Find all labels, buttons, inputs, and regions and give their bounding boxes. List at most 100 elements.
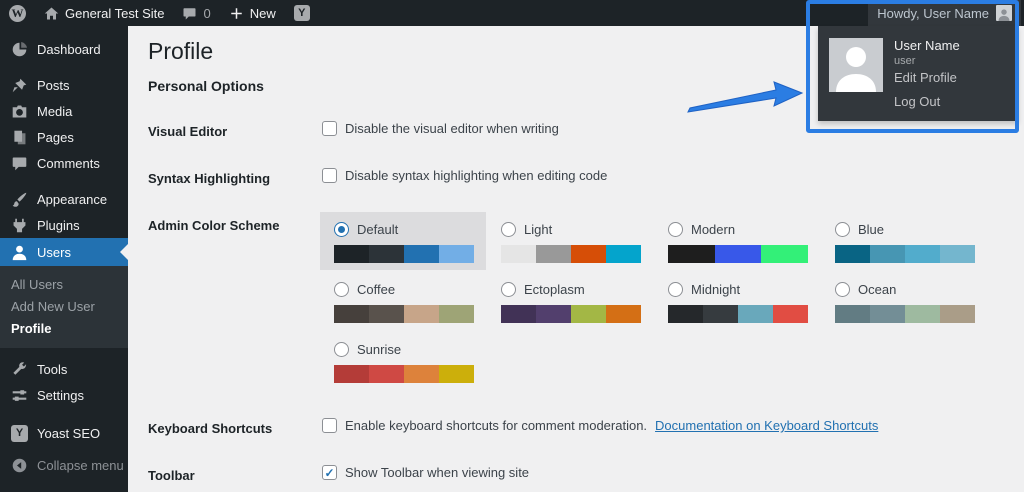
color-swatch (439, 245, 474, 263)
submenu-add-new-user[interactable]: Add New User (0, 295, 128, 317)
sidebar-item-tools[interactable]: Tools (0, 356, 128, 382)
radio-coffee[interactable] (334, 282, 349, 297)
color-scheme-option-midnight[interactable]: Midnight (654, 272, 820, 323)
media-icon (12, 105, 27, 117)
sidebar-item-pages[interactable]: Pages (0, 124, 128, 150)
syntax-highlighting-checkbox[interactable] (322, 168, 337, 183)
yoast-topbar-button[interactable]: Y (285, 0, 319, 26)
scheme-name-label: Modern (691, 222, 736, 237)
color-swatch (404, 245, 439, 263)
howdy-account-button[interactable]: Howdy, User Name (868, 0, 1021, 26)
edit-profile-link[interactable]: Edit Profile (894, 70, 957, 85)
color-swatch (835, 245, 870, 263)
radio-ocean[interactable] (835, 282, 850, 297)
toolbar-checkbox[interactable] (322, 465, 337, 480)
sidebar-item-posts[interactable]: Posts (0, 72, 128, 98)
plugin-icon (13, 218, 26, 232)
home-icon (44, 7, 59, 19)
sidebar-item-plugins[interactable]: Plugins (0, 212, 128, 238)
collapse-menu-button[interactable]: Collapse menu (0, 452, 128, 478)
color-scheme-option-modern[interactable]: Modern (654, 212, 820, 263)
sidebar-label: Tools (37, 361, 68, 377)
color-swatch (501, 305, 536, 323)
color-scheme-option-ectoplasm[interactable]: Ectoplasm (487, 272, 653, 323)
sidebar-item-users[interactable]: Users (0, 238, 128, 266)
comments-icon (12, 157, 27, 170)
radio-sunrise[interactable] (334, 342, 349, 357)
sidebar-item-settings[interactable]: Settings (0, 382, 128, 408)
sidebar-item-comments[interactable]: Comments (0, 150, 128, 176)
color-scheme-option-default[interactable]: Default (320, 212, 486, 270)
syntax-highlighting-field: Disable syntax highlighting when editing… (322, 168, 607, 183)
sidebar-label: Users (37, 244, 71, 260)
wordpress-logo-icon: W (9, 4, 26, 22)
sidebar-label: Appearance (37, 191, 108, 207)
dashboard-icon (12, 41, 27, 56)
radio-blue[interactable] (835, 222, 850, 237)
visual-editor-checkbox[interactable] (322, 121, 337, 136)
color-scheme-option-ocean[interactable]: Ocean (821, 272, 987, 323)
radio-modern[interactable] (668, 222, 683, 237)
color-swatch (404, 365, 439, 383)
visual-editor-option-text: Disable the visual editor when writing (345, 121, 559, 136)
scheme-swatches (835, 245, 975, 263)
keyboard-shortcuts-label: Keyboard Shortcuts (148, 421, 273, 436)
plus-icon (230, 7, 242, 19)
wordpress-menu-button[interactable]: W (0, 0, 35, 26)
color-swatch (536, 305, 571, 323)
new-label: New (249, 5, 276, 21)
scheme-swatches (835, 305, 975, 323)
color-swatch (334, 365, 369, 383)
avatar-small (996, 5, 1012, 21)
sidebar-label: Plugins (37, 217, 80, 233)
user-login-name: user (894, 55, 916, 67)
color-scheme-option-blue[interactable]: Blue (821, 212, 987, 263)
comment-bubble-icon (183, 7, 196, 19)
color-swatch (571, 305, 606, 323)
sidebar-label: Comments (37, 155, 100, 171)
howdy-label: Howdy, User Name (877, 5, 989, 21)
color-scheme-option-sunrise[interactable]: Sunrise (320, 332, 486, 383)
color-swatch (536, 245, 571, 263)
sidebar-item-yoast-seo[interactable]: Y Yoast SEO (0, 420, 128, 446)
keyboard-shortcuts-doc-link[interactable]: Documentation on Keyboard Shortcuts (655, 418, 878, 433)
sidebar-item-media[interactable]: Media (0, 98, 128, 124)
sidebar-label: Pages (37, 129, 74, 145)
radio-ectoplasm[interactable] (501, 282, 516, 297)
color-scheme-option-coffee[interactable]: Coffee (320, 272, 486, 323)
comments-button[interactable]: 0 (173, 0, 219, 26)
color-scheme-option-light[interactable]: Light (487, 212, 653, 263)
pages-icon (14, 130, 26, 144)
color-swatch (703, 305, 738, 323)
sidebar-label: Settings (37, 387, 84, 403)
sidebar-item-appearance[interactable]: Appearance (0, 186, 128, 212)
log-out-link[interactable]: Log Out (894, 94, 940, 109)
new-content-button[interactable]: New (220, 0, 285, 26)
radio-default[interactable] (334, 222, 349, 237)
site-name-button[interactable]: General Test Site (35, 0, 173, 26)
submenu-label: Profile (11, 320, 52, 336)
color-swatch (439, 365, 474, 383)
yoast-icon: Y (11, 424, 28, 442)
visual-editor-label: Visual Editor (148, 124, 228, 139)
color-swatch (501, 245, 536, 263)
color-scheme-grid: Default Light Modern Blue Coffee Ectoplasm Mid… (320, 212, 1000, 418)
color-swatch (369, 305, 404, 323)
sidebar-item-dashboard[interactable]: Dashboard (0, 36, 128, 62)
radio-midnight[interactable] (668, 282, 683, 297)
scheme-swatches (334, 365, 474, 383)
scheme-name-label: Midnight (691, 282, 741, 297)
user-display-name: User Name (894, 38, 960, 53)
scheme-name-label: Ectoplasm (524, 282, 585, 297)
user-dropdown-menu: User Name user Edit Profile Log Out (818, 26, 1018, 121)
color-swatch (738, 305, 773, 323)
color-swatch (606, 305, 641, 323)
submenu-all-users[interactable]: All Users (0, 273, 128, 295)
toolbar-field: Show Toolbar when viewing site (322, 465, 529, 480)
comment-count: 0 (203, 5, 211, 21)
scheme-swatches (501, 305, 641, 323)
submenu-profile[interactable]: Profile (0, 317, 128, 339)
radio-light[interactable] (501, 222, 516, 237)
keyboard-shortcuts-checkbox[interactable] (322, 418, 337, 433)
scheme-name-label: Sunrise (357, 342, 402, 357)
